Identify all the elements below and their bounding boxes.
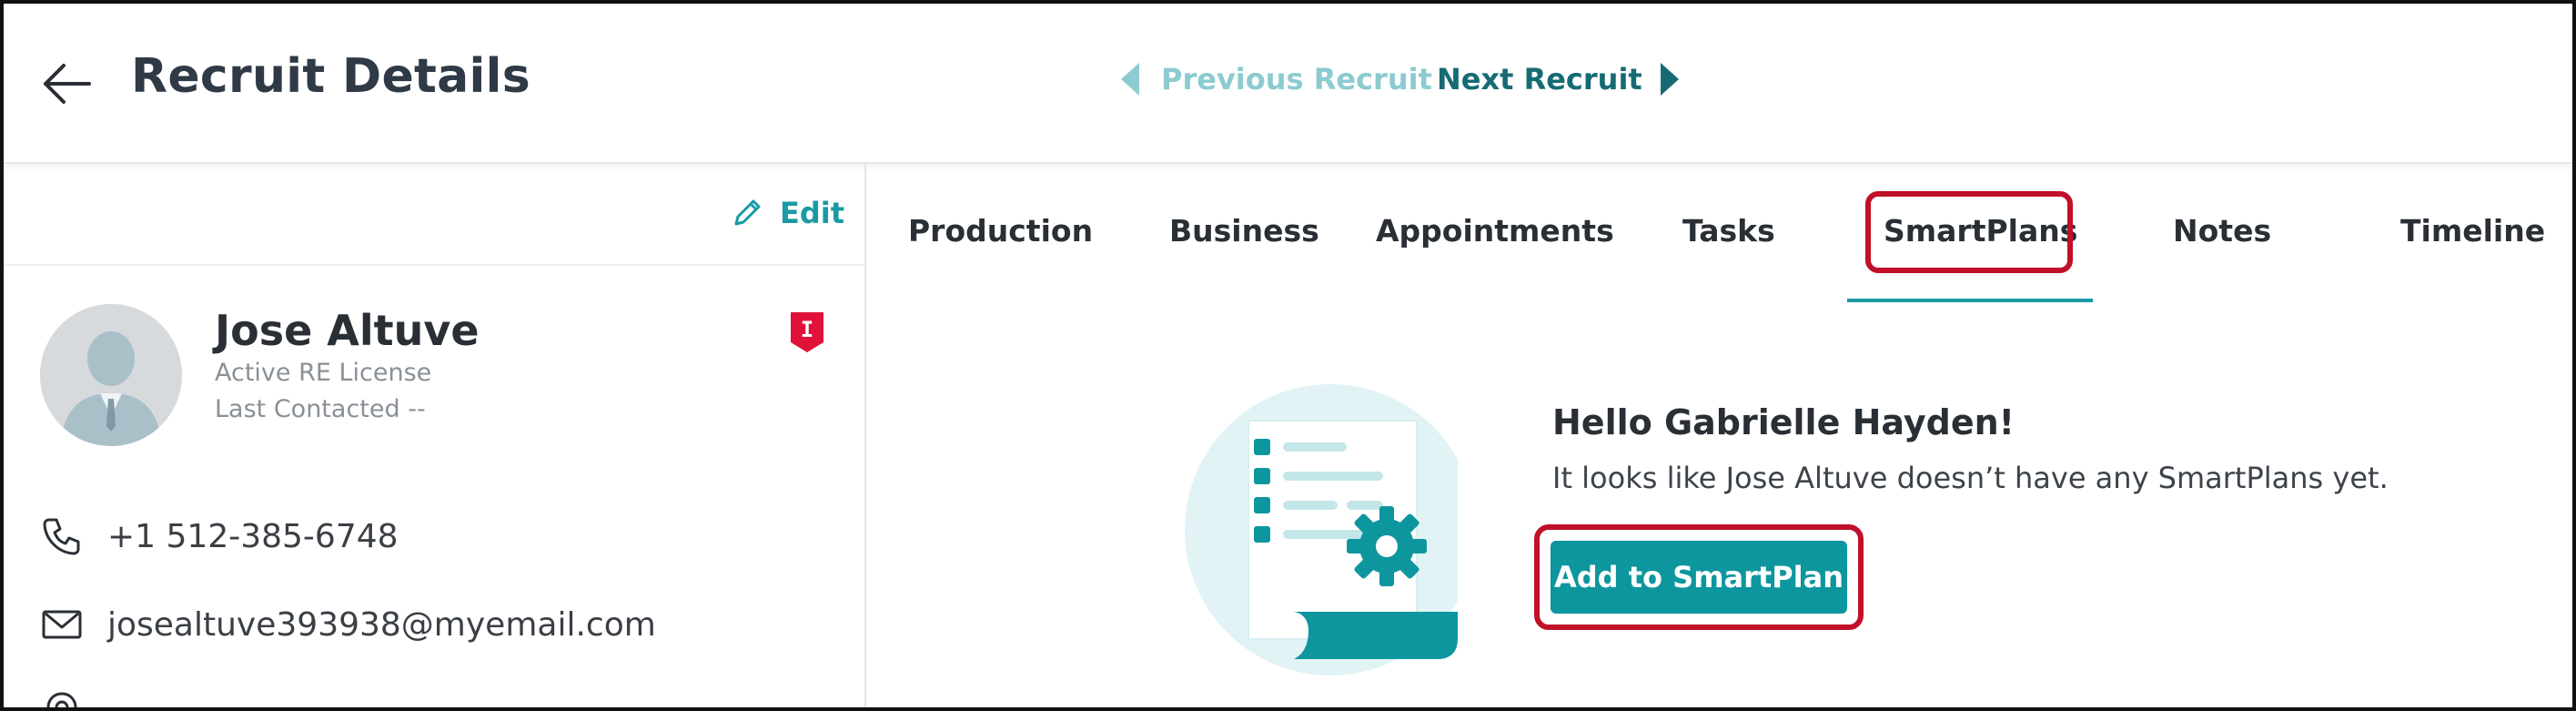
profile-toolbar: Edit [4, 164, 864, 266]
content-panel: Production Business Appointments Tasks S… [868, 164, 2572, 707]
tab-bar: Production Business Appointments Tasks S… [868, 164, 2572, 304]
previous-recruit-label: Previous Recruit [1161, 62, 1432, 96]
active-tab-indicator [1847, 299, 2093, 302]
tab-business[interactable]: Business [1169, 213, 1319, 249]
previous-recruit-link[interactable]: Previous Recruit [1121, 62, 1432, 96]
page-title: Recruit Details [131, 49, 531, 104]
profile-panel: Edit Jose Altuve Active RE License Last … [4, 164, 866, 707]
last-contacted: Last Contacted -- [215, 395, 426, 423]
tab-notes[interactable]: Notes [2173, 213, 2271, 249]
back-arrow-icon[interactable] [40, 56, 95, 111]
pencil-icon [734, 199, 761, 226]
next-recruit-link[interactable]: Next Recruit [1437, 62, 1679, 96]
email-address[interactable]: josealtuve393938@myemail.com [107, 606, 656, 644]
mail-icon [42, 610, 82, 639]
recruit-name: Jose Altuve [215, 306, 480, 355]
empty-state-message: It looks like Jose Altuve doesn’t have a… [1552, 461, 2389, 495]
edit-label: Edit [779, 196, 844, 230]
phone-row[interactable]: +1 512-385-6748 [40, 514, 399, 558]
license-status: Active RE License [215, 359, 432, 387]
tab-appointments[interactable]: Appointments [1376, 213, 1614, 249]
next-recruit-label: Next Recruit [1437, 62, 1642, 96]
phone-icon [43, 518, 80, 555]
tab-tasks[interactable]: Tasks [1682, 213, 1775, 249]
chevron-left-icon [1121, 63, 1139, 96]
app-window: Recruit Details Previous Recruit Next Re… [0, 0, 2576, 711]
chevron-right-icon [1660, 63, 1679, 96]
page-header: Recruit Details Previous Recruit Next Re… [4, 4, 2572, 164]
badge-letter: I [801, 317, 813, 342]
edit-button[interactable]: Edit [729, 195, 844, 231]
email-row[interactable]: josealtuve393938@myemail.com [40, 603, 656, 646]
badge-icon: I [788, 310, 826, 355]
phone-number[interactable]: +1 512-385-6748 [107, 518, 399, 555]
tab-timeline[interactable]: Timeline [2400, 213, 2545, 249]
highlight-frame-tab [1865, 191, 2073, 273]
tab-production[interactable]: Production [908, 213, 1093, 249]
avatar [40, 304, 182, 446]
smartplan-illustration [1185, 384, 1476, 694]
greeting-heading: Hello Gabrielle Hayden! [1552, 402, 2015, 442]
location-icon [40, 690, 84, 707]
add-to-smartplan-button[interactable]: Add to SmartPlan [1551, 541, 1847, 614]
